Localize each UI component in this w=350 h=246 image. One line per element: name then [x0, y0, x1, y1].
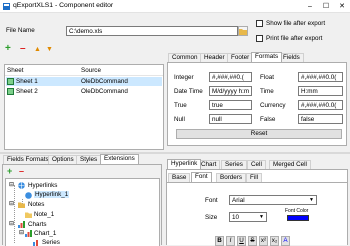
false-label: False [260, 116, 276, 123]
sheet-icon [7, 78, 14, 85]
size-select[interactable]: 10 ▼ [229, 212, 267, 222]
tree-node-charts[interactable]: Charts [28, 221, 47, 228]
datetime-label: Date Time [174, 88, 203, 95]
folder-icon [18, 202, 25, 208]
time-label: Time [260, 88, 274, 95]
tab-extensions[interactable]: Extensions [100, 154, 139, 164]
horizontal-splitter[interactable] [0, 152, 350, 154]
minimize-button[interactable]: – [302, 0, 318, 13]
add-extension-icon[interactable]: + [7, 167, 12, 176]
sheet-source: OleDbCommand [81, 88, 128, 95]
size-label: Size [205, 214, 218, 221]
sheet-name: Sheet 2 [16, 88, 38, 95]
remove-sheet-icon[interactable]: – [20, 44, 26, 54]
tab-base[interactable]: Base [168, 173, 191, 182]
font-label: Font [205, 197, 218, 204]
tree-node-notes[interactable]: Notes [28, 201, 44, 208]
integer-input[interactable]: #,###,##0.( [209, 72, 252, 82]
sheet-name: Sheet 1 [16, 78, 38, 85]
sheet-column-header[interactable]: Sheet [7, 67, 23, 74]
show-after-export-checkbox[interactable] [256, 20, 263, 27]
component-editor-window: qExportXLS1 - Component editor – ☐ ✕ Fil… [0, 0, 350, 246]
font-select[interactable]: Arial ▼ [229, 195, 317, 205]
tab-hyperlink[interactable]: Hyperlink [167, 159, 202, 169]
tab-font[interactable]: Font [191, 172, 212, 182]
chart-icon [18, 221, 25, 228]
file-name-label: File Name [6, 27, 35, 34]
datetime-input[interactable]: M/d/yyyy h:m [209, 86, 252, 96]
true-label: True [174, 102, 187, 109]
tree-node-hyperlinks[interactable]: Hyperlinks [28, 182, 57, 189]
move-up-icon[interactable]: ▲ [34, 46, 41, 53]
browse-button[interactable] [238, 26, 248, 36]
chevron-down-icon: ▼ [259, 214, 264, 220]
tab-options[interactable]: Options [48, 155, 78, 164]
font-color-label: Font Color [285, 208, 309, 214]
show-after-export-label: Show file after export [266, 20, 326, 27]
collapse-icon[interactable]: ⊟ [19, 230, 24, 236]
font-color-swatch[interactable] [287, 215, 309, 221]
tab-header[interactable]: Header [200, 53, 229, 62]
maximize-button[interactable]: ☐ [318, 0, 334, 13]
add-sheet-icon[interactable]: + [5, 44, 11, 54]
file-name-input[interactable]: C:\demo.xls [66, 26, 238, 36]
window-title: qExportXLS1 - Component editor [13, 2, 114, 9]
null-label: Null [174, 116, 185, 123]
time-input[interactable]: H:mm [298, 86, 343, 96]
reset-button[interactable]: Reset [176, 129, 342, 139]
title-bar: qExportXLS1 - Component editor – ☐ ✕ [0, 0, 350, 13]
hyperlink-panel: Base Font Borders Fill Font Arial ▼ Size… [166, 169, 348, 246]
tab-formats[interactable]: Formats [251, 52, 283, 62]
font-value: Arial [232, 197, 245, 204]
tree-node-chart-1[interactable]: Chart_1 [34, 230, 56, 237]
globe-icon [18, 182, 25, 189]
remove-extension-icon[interactable]: – [19, 167, 24, 176]
move-down-icon[interactable]: ▼ [46, 46, 53, 53]
tab-borders[interactable]: Borders [216, 173, 247, 182]
tab-merged-cell[interactable]: Merged Cell [269, 160, 311, 169]
tab-styles[interactable]: Styles [76, 155, 102, 164]
chevron-down-icon: ▼ [309, 197, 314, 203]
style-buttons: B I U S x² x₂ A [215, 234, 325, 246]
size-value: 10 [232, 214, 240, 221]
tab-fields[interactable]: Fields [279, 53, 304, 62]
tree-node-hyperlink-1[interactable]: Hyperlink_1 [34, 191, 70, 198]
note-icon [25, 212, 32, 218]
collapse-icon[interactable]: ⊟ [9, 201, 14, 207]
folder-icon [239, 29, 247, 35]
sheets-list[interactable]: Sheet Source Sheet 1 OleDbCommand Sheet … [4, 64, 164, 150]
integer-label: Integer [174, 74, 194, 81]
print-after-export-checkbox[interactable] [256, 35, 263, 42]
tab-fill[interactable]: Fill [246, 173, 263, 182]
sheet-source: OleDbCommand [81, 78, 128, 85]
tree-node-note-1[interactable]: Note_1 [34, 211, 54, 218]
table-row[interactable]: Sheet 1 OleDbCommand [6, 77, 162, 86]
tab-footer[interactable]: Footer [227, 53, 254, 62]
formats-panel: Integer #,###,##0.( Float #,###,##0.0( D… [167, 62, 347, 146]
float-input[interactable]: #,###,##0.0( [298, 72, 343, 82]
collapse-icon[interactable]: ⊟ [9, 221, 14, 227]
currency-input[interactable]: #,###,##0.0( [298, 100, 343, 110]
currency-label: Currency [260, 102, 286, 109]
source-column-header[interactable]: Source [81, 67, 101, 74]
true-input[interactable]: true [209, 100, 252, 110]
extensions-tree[interactable]: ⊟ Hyperlinks Hyperlink_1 ⊟ Notes Note_1 … [5, 178, 160, 246]
false-input[interactable]: false [298, 114, 343, 124]
tab-series[interactable]: Series [221, 160, 247, 169]
table-row[interactable]: Sheet 2 OleDbCommand [6, 87, 162, 96]
sheet-icon [7, 88, 14, 95]
null-input[interactable]: null [209, 114, 252, 124]
float-label: Float [260, 74, 274, 81]
tab-cell[interactable]: Cell [247, 160, 266, 169]
chart-icon [25, 230, 32, 237]
close-button[interactable]: ✕ [334, 0, 350, 13]
hyperlink-icon [25, 192, 32, 199]
tab-fields-formats[interactable]: Fields Formats [3, 155, 53, 164]
collapse-icon[interactable]: ⊟ [9, 182, 14, 188]
extensions-panel: + – ⊟ Hyperlinks Hyperlink_1 ⊟ Notes Not… [2, 164, 162, 246]
app-icon [3, 3, 10, 10]
print-after-export-label: Print file after export [266, 35, 323, 42]
tab-common[interactable]: Common [168, 53, 202, 62]
